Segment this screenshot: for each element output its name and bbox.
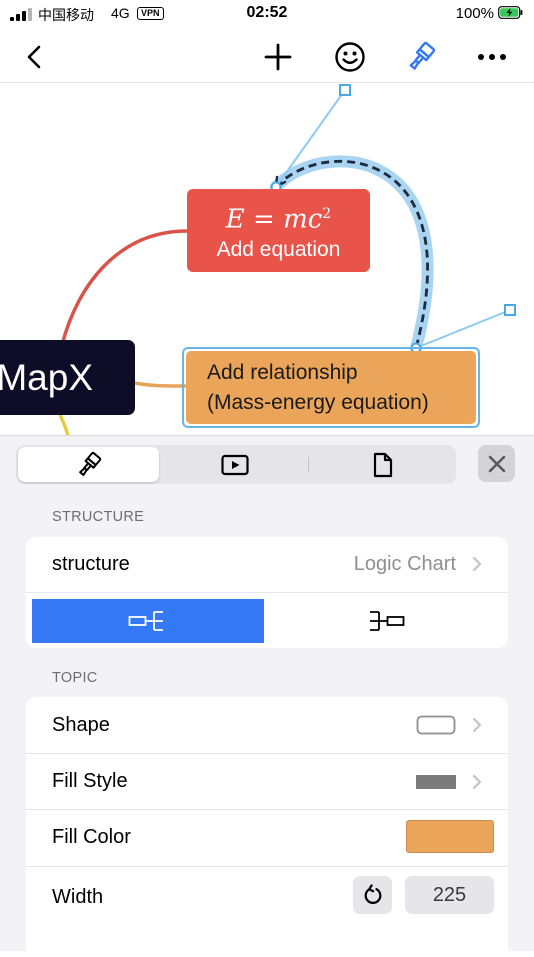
shape-row[interactable]: Shape — [26, 697, 508, 753]
play-icon — [220, 454, 249, 475]
format-panel: STRUCTURE structure Logic Chart TOPIC Sh… — [0, 435, 534, 957]
relationship-label-line1: Add relationship — [207, 360, 358, 384]
rounded-rect-shape-icon — [416, 715, 456, 735]
branch-line-yellow — [58, 414, 70, 435]
structure-option-logic-left[interactable] — [268, 599, 502, 643]
fill-color-swatch[interactable] — [406, 820, 494, 853]
structure-row[interactable]: structure Logic Chart — [26, 537, 508, 592]
root-topic[interactable]: MapX — [0, 340, 135, 415]
paint-brush-icon — [78, 451, 101, 476]
battery-percent: 100% — [455, 5, 494, 22]
format-button[interactable] — [402, 38, 440, 76]
relationship-label-line2: (Mass-energy equation) — [207, 390, 429, 414]
topic-equation[interactable]: E = mc2 Add equation — [187, 189, 370, 272]
structure-group: structure Logic Chart — [26, 537, 508, 648]
chevron-right-icon — [472, 774, 482, 790]
clock: 02:52 — [246, 4, 288, 21]
reset-icon — [364, 884, 381, 904]
ellipsis-icon — [478, 54, 506, 60]
fill-color-label: Fill Color — [52, 826, 131, 848]
battery-charging-icon — [498, 6, 523, 19]
section-header-topic: TOPIC — [52, 670, 98, 686]
chevron-right-icon — [472, 717, 482, 733]
plus-icon — [264, 43, 292, 71]
smiley-icon — [335, 42, 365, 72]
structure-label: structure — [52, 553, 130, 575]
tab-presentation[interactable] — [161, 445, 308, 484]
width-input[interactable]: 225 — [405, 876, 494, 914]
shape-label: Shape — [52, 714, 110, 736]
reset-width-button[interactable] — [353, 876, 392, 914]
back-button[interactable] — [15, 38, 53, 76]
fill-color-row[interactable]: Fill Color — [26, 810, 508, 866]
close-panel-button[interactable] — [478, 445, 515, 482]
logic-chart-right-icon — [128, 611, 163, 631]
document-icon — [373, 452, 392, 477]
logic-chart-left-icon — [370, 611, 405, 631]
fill-style-row[interactable]: Fill Style — [26, 754, 508, 809]
control-handle-end — [504, 304, 516, 316]
fill-style-label: Fill Style — [52, 770, 128, 792]
branch-line-equation — [60, 229, 188, 346]
formula-main: E = mc — [225, 204, 323, 235]
row-divider — [26, 592, 508, 593]
solid-fill-icon — [416, 775, 456, 789]
width-row: Width 225 — [26, 867, 508, 929]
chevron-right-icon — [472, 556, 482, 572]
chevron-left-icon — [27, 45, 41, 69]
more-button[interactable] — [473, 38, 511, 76]
width-label: Width — [52, 886, 104, 908]
emoji-button[interactable] — [331, 38, 369, 76]
section-header-structure: STRUCTURE — [52, 509, 145, 525]
panel-tab-bar — [16, 445, 456, 484]
formula-exponent: 2 — [322, 205, 332, 222]
status-bar: 中国移动 4G VPN 02:52 100% — [0, 0, 534, 30]
topic-relationship[interactable]: Add relationship (Mass-energy equation) — [186, 351, 476, 424]
add-topic-button[interactable] — [259, 38, 297, 76]
tab-style[interactable] — [18, 445, 159, 484]
close-icon — [488, 455, 505, 472]
root-topic-label: MapX — [0, 356, 93, 398]
control-handle-start — [339, 84, 351, 96]
tab-document[interactable] — [309, 445, 456, 484]
control-line-end — [415, 309, 511, 349]
structure-option-logic-right[interactable] — [32, 599, 264, 643]
equation-formula: E = mc2 — [225, 199, 332, 235]
topic-group: Shape Fill Style Fill Color Width 225 — [26, 697, 508, 957]
paint-brush-icon — [409, 41, 436, 70]
mind-map-canvas[interactable]: E = mc2 Add equation Add relationship (M… — [0, 83, 534, 435]
structure-value: Logic Chart — [353, 553, 456, 575]
equation-topic-label: Add equation — [216, 238, 341, 262]
top-toolbar — [0, 30, 534, 83]
control-line-start — [275, 89, 346, 188]
branch-line-relationship — [134, 381, 187, 388]
